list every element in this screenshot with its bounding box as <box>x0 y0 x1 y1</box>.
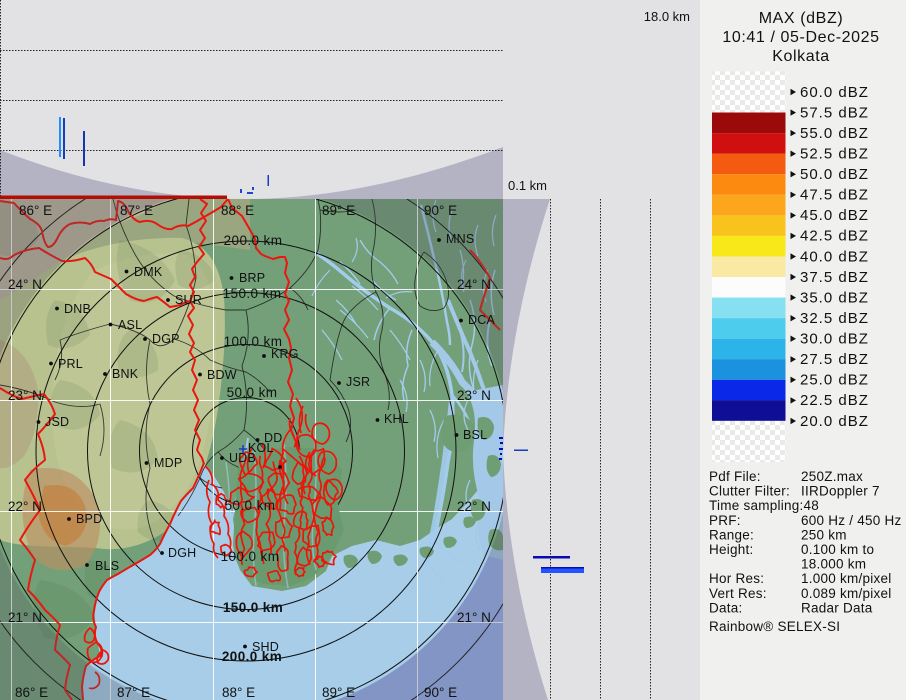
svg-text:DCA: DCA <box>468 313 495 327</box>
svg-text:250 km: 250 km <box>801 527 847 542</box>
svg-text:200.0 km: 200.0 km <box>224 233 283 248</box>
svg-text:DGH: DGH <box>168 546 196 560</box>
svg-text:87° E: 87° E <box>120 203 153 218</box>
svg-text:Range:: Range: <box>709 527 754 542</box>
svg-text:JSR: JSR <box>346 375 370 389</box>
svg-text:MAX (dBZ): MAX (dBZ) <box>759 10 844 27</box>
svg-text:52.5 dBZ: 52.5 dBZ <box>800 146 869 163</box>
svg-text:25.0 dBZ: 25.0 dBZ <box>800 372 869 389</box>
svg-text:DGP: DGP <box>152 332 180 346</box>
svg-text:21° N: 21° N <box>457 610 491 625</box>
svg-text:50.0 km: 50.0 km <box>225 498 276 513</box>
svg-text:150.0 km: 150.0 km <box>223 600 283 615</box>
svg-text:30.0 dBZ: 30.0 dBZ <box>800 331 869 348</box>
svg-text:24° N: 24° N <box>8 277 42 292</box>
svg-text:18.000 km: 18.000 km <box>801 557 866 572</box>
svg-text:90° E: 90° E <box>424 685 457 700</box>
svg-text:SHD: SHD <box>252 640 279 654</box>
svg-text:50.0 km: 50.0 km <box>227 385 278 400</box>
svg-text:86° E: 86° E <box>15 685 48 700</box>
svg-text:88° E: 88° E <box>221 203 254 218</box>
svg-text:MNS: MNS <box>446 232 474 246</box>
svg-text:KHL: KHL <box>384 412 409 426</box>
svg-text:23° N: 23° N <box>8 388 42 403</box>
svg-text:89° E: 89° E <box>322 685 355 700</box>
svg-text:18.0 km: 18.0 km <box>644 9 690 24</box>
svg-text:88° E: 88° E <box>222 685 255 700</box>
svg-text:0.089 km/pixel: 0.089 km/pixel <box>801 586 892 601</box>
svg-text:Hor Res:: Hor Res: <box>709 571 764 586</box>
svg-text:45.0 dBZ: 45.0 dBZ <box>800 207 869 224</box>
svg-text:55.0 dBZ: 55.0 dBZ <box>800 125 869 142</box>
svg-text:KOL: KOL <box>248 441 274 455</box>
svg-text:0.100 km to: 0.100 km to <box>801 542 874 557</box>
svg-text:20.0 dBZ: 20.0 dBZ <box>800 413 869 430</box>
svg-text:47.5 dBZ: 47.5 dBZ <box>800 187 869 204</box>
svg-text:Clutter Filter:: Clutter Filter: <box>709 484 790 499</box>
svg-text:BLS: BLS <box>95 559 119 573</box>
svg-text:600 Hz / 450 Hz: 600 Hz / 450 Hz <box>801 513 902 528</box>
svg-text:100.0 km: 100.0 km <box>221 549 280 564</box>
svg-text:1.000 km/pixel: 1.000 km/pixel <box>801 571 892 586</box>
svg-text:DNB: DNB <box>64 302 91 316</box>
svg-text:BRP: BRP <box>239 271 265 285</box>
svg-text:37.5 dBZ: 37.5 dBZ <box>800 269 869 286</box>
svg-text:35.0 dBZ: 35.0 dBZ <box>800 289 869 306</box>
svg-text:IIRDoppler 7: IIRDoppler 7 <box>801 484 880 499</box>
svg-text:DMK: DMK <box>134 265 163 279</box>
svg-text:24° N: 24° N <box>457 277 491 292</box>
svg-text:Data:: Data: <box>709 600 743 615</box>
svg-text:JSD: JSD <box>45 415 69 429</box>
svg-text:KRG: KRG <box>271 347 299 361</box>
svg-text:21° N: 21° N <box>8 610 42 625</box>
svg-text:Rainbow® SELEX-SI: Rainbow® SELEX-SI <box>709 619 840 634</box>
svg-text:Vert Res:: Vert Res: <box>709 586 767 601</box>
svg-text:22° N: 22° N <box>8 499 42 514</box>
svg-text:Kolkata: Kolkata <box>772 48 830 65</box>
svg-text:90° E: 90° E <box>424 203 457 218</box>
svg-text:22° N: 22° N <box>457 499 491 514</box>
svg-text:BSL: BSL <box>463 428 487 442</box>
svg-text:Time sampling:48: Time sampling:48 <box>709 498 819 513</box>
svg-text:Pdf File:: Pdf File: <box>709 469 761 484</box>
svg-text:BNK: BNK <box>112 367 139 381</box>
svg-text:PRF:: PRF: <box>709 513 741 528</box>
svg-text:89° E: 89° E <box>322 203 355 218</box>
svg-text:10:41 / 05-Dec-2025: 10:41 / 05-Dec-2025 <box>722 29 879 46</box>
svg-text:42.5 dBZ: 42.5 dBZ <box>800 228 869 245</box>
svg-text:22.5 dBZ: 22.5 dBZ <box>800 392 869 409</box>
svg-text:86° E: 86° E <box>19 203 52 218</box>
svg-text:32.5 dBZ: 32.5 dBZ <box>800 310 869 327</box>
svg-text:ASL: ASL <box>118 318 142 332</box>
svg-text:87° E: 87° E <box>117 685 150 700</box>
svg-text:60.0 dBZ: 60.0 dBZ <box>800 84 869 101</box>
svg-text:150.0 km: 150.0 km <box>223 286 282 301</box>
svg-text:250Z.max: 250Z.max <box>801 469 863 484</box>
svg-text:27.5 dBZ: 27.5 dBZ <box>800 351 869 368</box>
svg-text:BPD: BPD <box>76 512 102 526</box>
svg-text:57.5 dBZ: 57.5 dBZ <box>800 104 869 121</box>
svg-text:40.0 dBZ: 40.0 dBZ <box>800 248 869 265</box>
svg-text:23° N: 23° N <box>457 388 491 403</box>
svg-text:SUR: SUR <box>175 293 202 307</box>
svg-text:Radar Data: Radar Data <box>801 600 873 615</box>
svg-text:50.0 dBZ: 50.0 dBZ <box>800 166 869 183</box>
svg-text:0.1 km: 0.1 km <box>508 178 547 193</box>
svg-text:Height:: Height: <box>709 542 754 557</box>
svg-text:BDW: BDW <box>207 368 237 382</box>
svg-text:PRL: PRL <box>58 357 83 371</box>
svg-text:MDP: MDP <box>154 456 182 470</box>
